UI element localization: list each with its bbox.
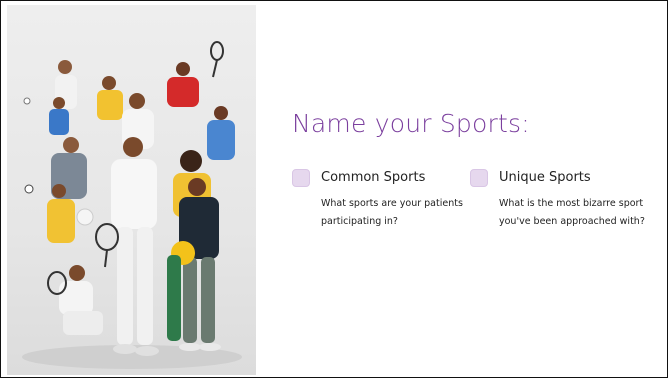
- topic-body: What is the most bizarre sport you've be…: [499, 198, 645, 227]
- topic-body: What sports are your patients participat…: [321, 198, 463, 227]
- athlete-blue-right: [207, 106, 235, 160]
- athlete-back-red: [167, 62, 199, 107]
- athlete-main-white: [111, 137, 159, 356]
- soccer-ball-icon: [24, 184, 34, 194]
- topic-label: Common Sports: [321, 170, 426, 185]
- athlete-crouching: [47, 265, 103, 335]
- athlete-green-pants: [167, 255, 181, 341]
- athlete-back-yellow: [97, 76, 123, 120]
- checkbox-common-sports[interactable]: [292, 169, 310, 187]
- slide-title: Name your Sports:: [292, 109, 530, 138]
- checkbox-unique-sports[interactable]: [470, 169, 488, 187]
- slide: Name your Sports: Common Sports What spo…: [0, 0, 668, 378]
- athletes-illustration: [22, 41, 242, 369]
- athletes-photo: [7, 5, 256, 375]
- ball-icon: [23, 97, 31, 105]
- athlete-tennis-racket: [210, 41, 224, 78]
- topic-label: Unique Sports: [499, 170, 591, 185]
